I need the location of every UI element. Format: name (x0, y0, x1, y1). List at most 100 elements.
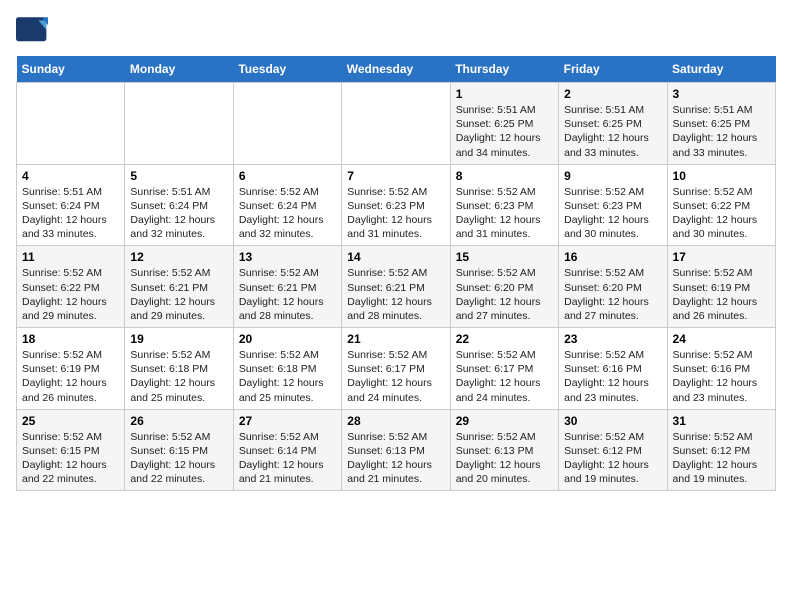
day-info: Sunrise: 5:52 AMSunset: 6:24 PMDaylight:… (239, 185, 336, 242)
day-number: 19 (130, 332, 227, 346)
day-info: Sunrise: 5:52 AMSunset: 6:17 PMDaylight:… (347, 348, 444, 405)
day-number: 26 (130, 414, 227, 428)
day-number: 30 (564, 414, 661, 428)
day-number: 25 (22, 414, 119, 428)
calendar-cell: 17 Sunrise: 5:52 AMSunset: 6:19 PMDayligh… (667, 246, 775, 328)
day-number: 9 (564, 169, 661, 183)
calendar-header-sunday: Sunday (17, 56, 125, 83)
calendar-cell: 6 Sunrise: 5:52 AMSunset: 6:24 PMDaylight… (233, 164, 341, 246)
day-number: 14 (347, 250, 444, 264)
day-number: 10 (673, 169, 770, 183)
day-info: Sunrise: 5:52 AMSunset: 6:23 PMDaylight:… (564, 185, 661, 242)
calendar-cell: 5Sunrise: 5:51 AMSunset: 6:24 PMDaylight… (125, 164, 233, 246)
day-number: 21 (347, 332, 444, 346)
day-number: 1 (456, 87, 553, 101)
day-info: Sunrise: 5:52 AMSunset: 6:14 PMDaylight:… (239, 430, 336, 487)
day-info: Sunrise: 5:51 AMSunset: 6:25 PMDaylight:… (456, 103, 553, 160)
calendar-cell: 1 Sunrise: 5:51 AMSunset: 6:25 PMDaylight… (450, 83, 558, 165)
day-number: 7 (347, 169, 444, 183)
calendar-header-tuesday: Tuesday (233, 56, 341, 83)
calendar-table: SundayMondayTuesdayWednesdayThursdayFrid… (16, 56, 776, 491)
day-info: Sunrise: 5:52 AMSunset: 6:16 PMDaylight:… (564, 348, 661, 405)
day-number: 4 (22, 169, 119, 183)
calendar-header-row: SundayMondayTuesdayWednesdayThursdayFrid… (17, 56, 776, 83)
day-info: Sunrise: 5:51 AMSunset: 6:24 PMDaylight:… (130, 185, 227, 242)
day-number: 28 (347, 414, 444, 428)
day-info: Sunrise: 5:52 AMSunset: 6:17 PMDaylight:… (456, 348, 553, 405)
calendar-cell (17, 83, 125, 165)
calendar-cell (342, 83, 450, 165)
logo-icon (16, 16, 48, 44)
day-info: Sunrise: 5:52 AMSunset: 6:22 PMDaylight:… (22, 266, 119, 323)
day-number: 12 (130, 250, 227, 264)
calendar-header-saturday: Saturday (667, 56, 775, 83)
day-number: 22 (456, 332, 553, 346)
calendar-cell: 7Sunrise: 5:52 AMSunset: 6:23 PMDaylight… (342, 164, 450, 246)
calendar-cell: 21 Sunrise: 5:52 AMSunset: 6:17 PMDayligh… (342, 328, 450, 410)
day-info: Sunrise: 5:52 AMSunset: 6:21 PMDaylight:… (347, 266, 444, 323)
day-number: 15 (456, 250, 553, 264)
calendar-week-3: 11 Sunrise: 5:52 AMSunset: 6:22 PMDayligh… (17, 246, 776, 328)
calendar-cell: 9 Sunrise: 5:52 AMSunset: 6:23 PMDaylight… (559, 164, 667, 246)
day-info: Sunrise: 5:52 AMSunset: 6:19 PMDaylight:… (22, 348, 119, 405)
calendar-week-1: 1 Sunrise: 5:51 AMSunset: 6:25 PMDaylight… (17, 83, 776, 165)
day-number: 31 (673, 414, 770, 428)
calendar-cell: 4 Sunrise: 5:51 AMSunset: 6:24 PMDaylight… (17, 164, 125, 246)
calendar-header-thursday: Thursday (450, 56, 558, 83)
calendar-week-5: 25 Sunrise: 5:52 AMSunset: 6:15 PMDayligh… (17, 409, 776, 491)
day-info: Sunrise: 5:52 AMSunset: 6:13 PMDaylight:… (456, 430, 553, 487)
calendar-cell: 18Sunrise: 5:52 AMSunset: 6:19 PMDayligh… (17, 328, 125, 410)
calendar-cell: 15 Sunrise: 5:52 AMSunset: 6:20 PMDayligh… (450, 246, 558, 328)
day-info: Sunrise: 5:52 AMSunset: 6:23 PMDaylight:… (456, 185, 553, 242)
day-info: Sunrise: 5:51 AMSunset: 6:24 PMDaylight:… (22, 185, 119, 242)
calendar-header-friday: Friday (559, 56, 667, 83)
calendar-cell: 8Sunrise: 5:52 AMSunset: 6:23 PMDaylight… (450, 164, 558, 246)
calendar-cell (125, 83, 233, 165)
calendar-cell: 14 Sunrise: 5:52 AMSunset: 6:21 PMDayligh… (342, 246, 450, 328)
day-info: Sunrise: 5:52 AMSunset: 6:19 PMDaylight:… (673, 266, 770, 323)
calendar-header-wednesday: Wednesday (342, 56, 450, 83)
day-number: 2 (564, 87, 661, 101)
logo (16, 16, 52, 44)
calendar-week-2: 4 Sunrise: 5:51 AMSunset: 6:24 PMDaylight… (17, 164, 776, 246)
calendar-cell: 20Sunrise: 5:52 AMSunset: 6:18 PMDayligh… (233, 328, 341, 410)
day-number: 16 (564, 250, 661, 264)
calendar-cell: 30 Sunrise: 5:52 AMSunset: 6:12 PMDayligh… (559, 409, 667, 491)
day-number: 13 (239, 250, 336, 264)
calendar-cell: 23 Sunrise: 5:52 AMSunset: 6:16 PMDayligh… (559, 328, 667, 410)
day-info: Sunrise: 5:52 AMSunset: 6:18 PMDaylight:… (239, 348, 336, 405)
day-number: 11 (22, 250, 119, 264)
day-info: Sunrise: 5:52 AMSunset: 6:15 PMDaylight:… (130, 430, 227, 487)
calendar-cell: 29Sunrise: 5:52 AMSunset: 6:13 PMDayligh… (450, 409, 558, 491)
day-number: 23 (564, 332, 661, 346)
calendar-cell: 2 Sunrise: 5:51 AMSunset: 6:25 PMDaylight… (559, 83, 667, 165)
day-info: Sunrise: 5:52 AMSunset: 6:21 PMDaylight:… (239, 266, 336, 323)
day-info: Sunrise: 5:52 AMSunset: 6:20 PMDaylight:… (564, 266, 661, 323)
calendar-cell: 22 Sunrise: 5:52 AMSunset: 6:17 PMDayligh… (450, 328, 558, 410)
calendar-cell: 19 Sunrise: 5:52 AMSunset: 6:18 PMDayligh… (125, 328, 233, 410)
calendar-cell: 16 Sunrise: 5:52 AMSunset: 6:20 PMDayligh… (559, 246, 667, 328)
day-number: 17 (673, 250, 770, 264)
calendar-cell: 25 Sunrise: 5:52 AMSunset: 6:15 PMDayligh… (17, 409, 125, 491)
header (16, 16, 776, 44)
day-number: 6 (239, 169, 336, 183)
calendar-header-monday: Monday (125, 56, 233, 83)
calendar-cell (233, 83, 341, 165)
calendar-cell: 24Sunrise: 5:52 AMSunset: 6:16 PMDayligh… (667, 328, 775, 410)
day-info: Sunrise: 5:51 AMSunset: 6:25 PMDaylight:… (673, 103, 770, 160)
day-info: Sunrise: 5:52 AMSunset: 6:15 PMDaylight:… (22, 430, 119, 487)
day-info: Sunrise: 5:52 AMSunset: 6:18 PMDaylight:… (130, 348, 227, 405)
day-info: Sunrise: 5:52 AMSunset: 6:12 PMDaylight:… (564, 430, 661, 487)
day-info: Sunrise: 5:52 AMSunset: 6:22 PMDaylight:… (673, 185, 770, 242)
day-info: Sunrise: 5:51 AMSunset: 6:25 PMDaylight:… (564, 103, 661, 160)
day-info: Sunrise: 5:52 AMSunset: 6:12 PMDaylight:… (673, 430, 770, 487)
calendar-cell: 11 Sunrise: 5:52 AMSunset: 6:22 PMDayligh… (17, 246, 125, 328)
day-number: 24 (673, 332, 770, 346)
calendar-cell: 10 Sunrise: 5:52 AMSunset: 6:22 PMDayligh… (667, 164, 775, 246)
day-info: Sunrise: 5:52 AMSunset: 6:20 PMDaylight:… (456, 266, 553, 323)
day-number: 3 (673, 87, 770, 101)
calendar-cell: 12Sunrise: 5:52 AMSunset: 6:21 PMDayligh… (125, 246, 233, 328)
calendar-cell: 27Sunrise: 5:52 AMSunset: 6:14 PMDayligh… (233, 409, 341, 491)
calendar-cell: 28Sunrise: 5:52 AMSunset: 6:13 PMDayligh… (342, 409, 450, 491)
calendar-cell: 26 Sunrise: 5:52 AMSunset: 6:15 PMDayligh… (125, 409, 233, 491)
